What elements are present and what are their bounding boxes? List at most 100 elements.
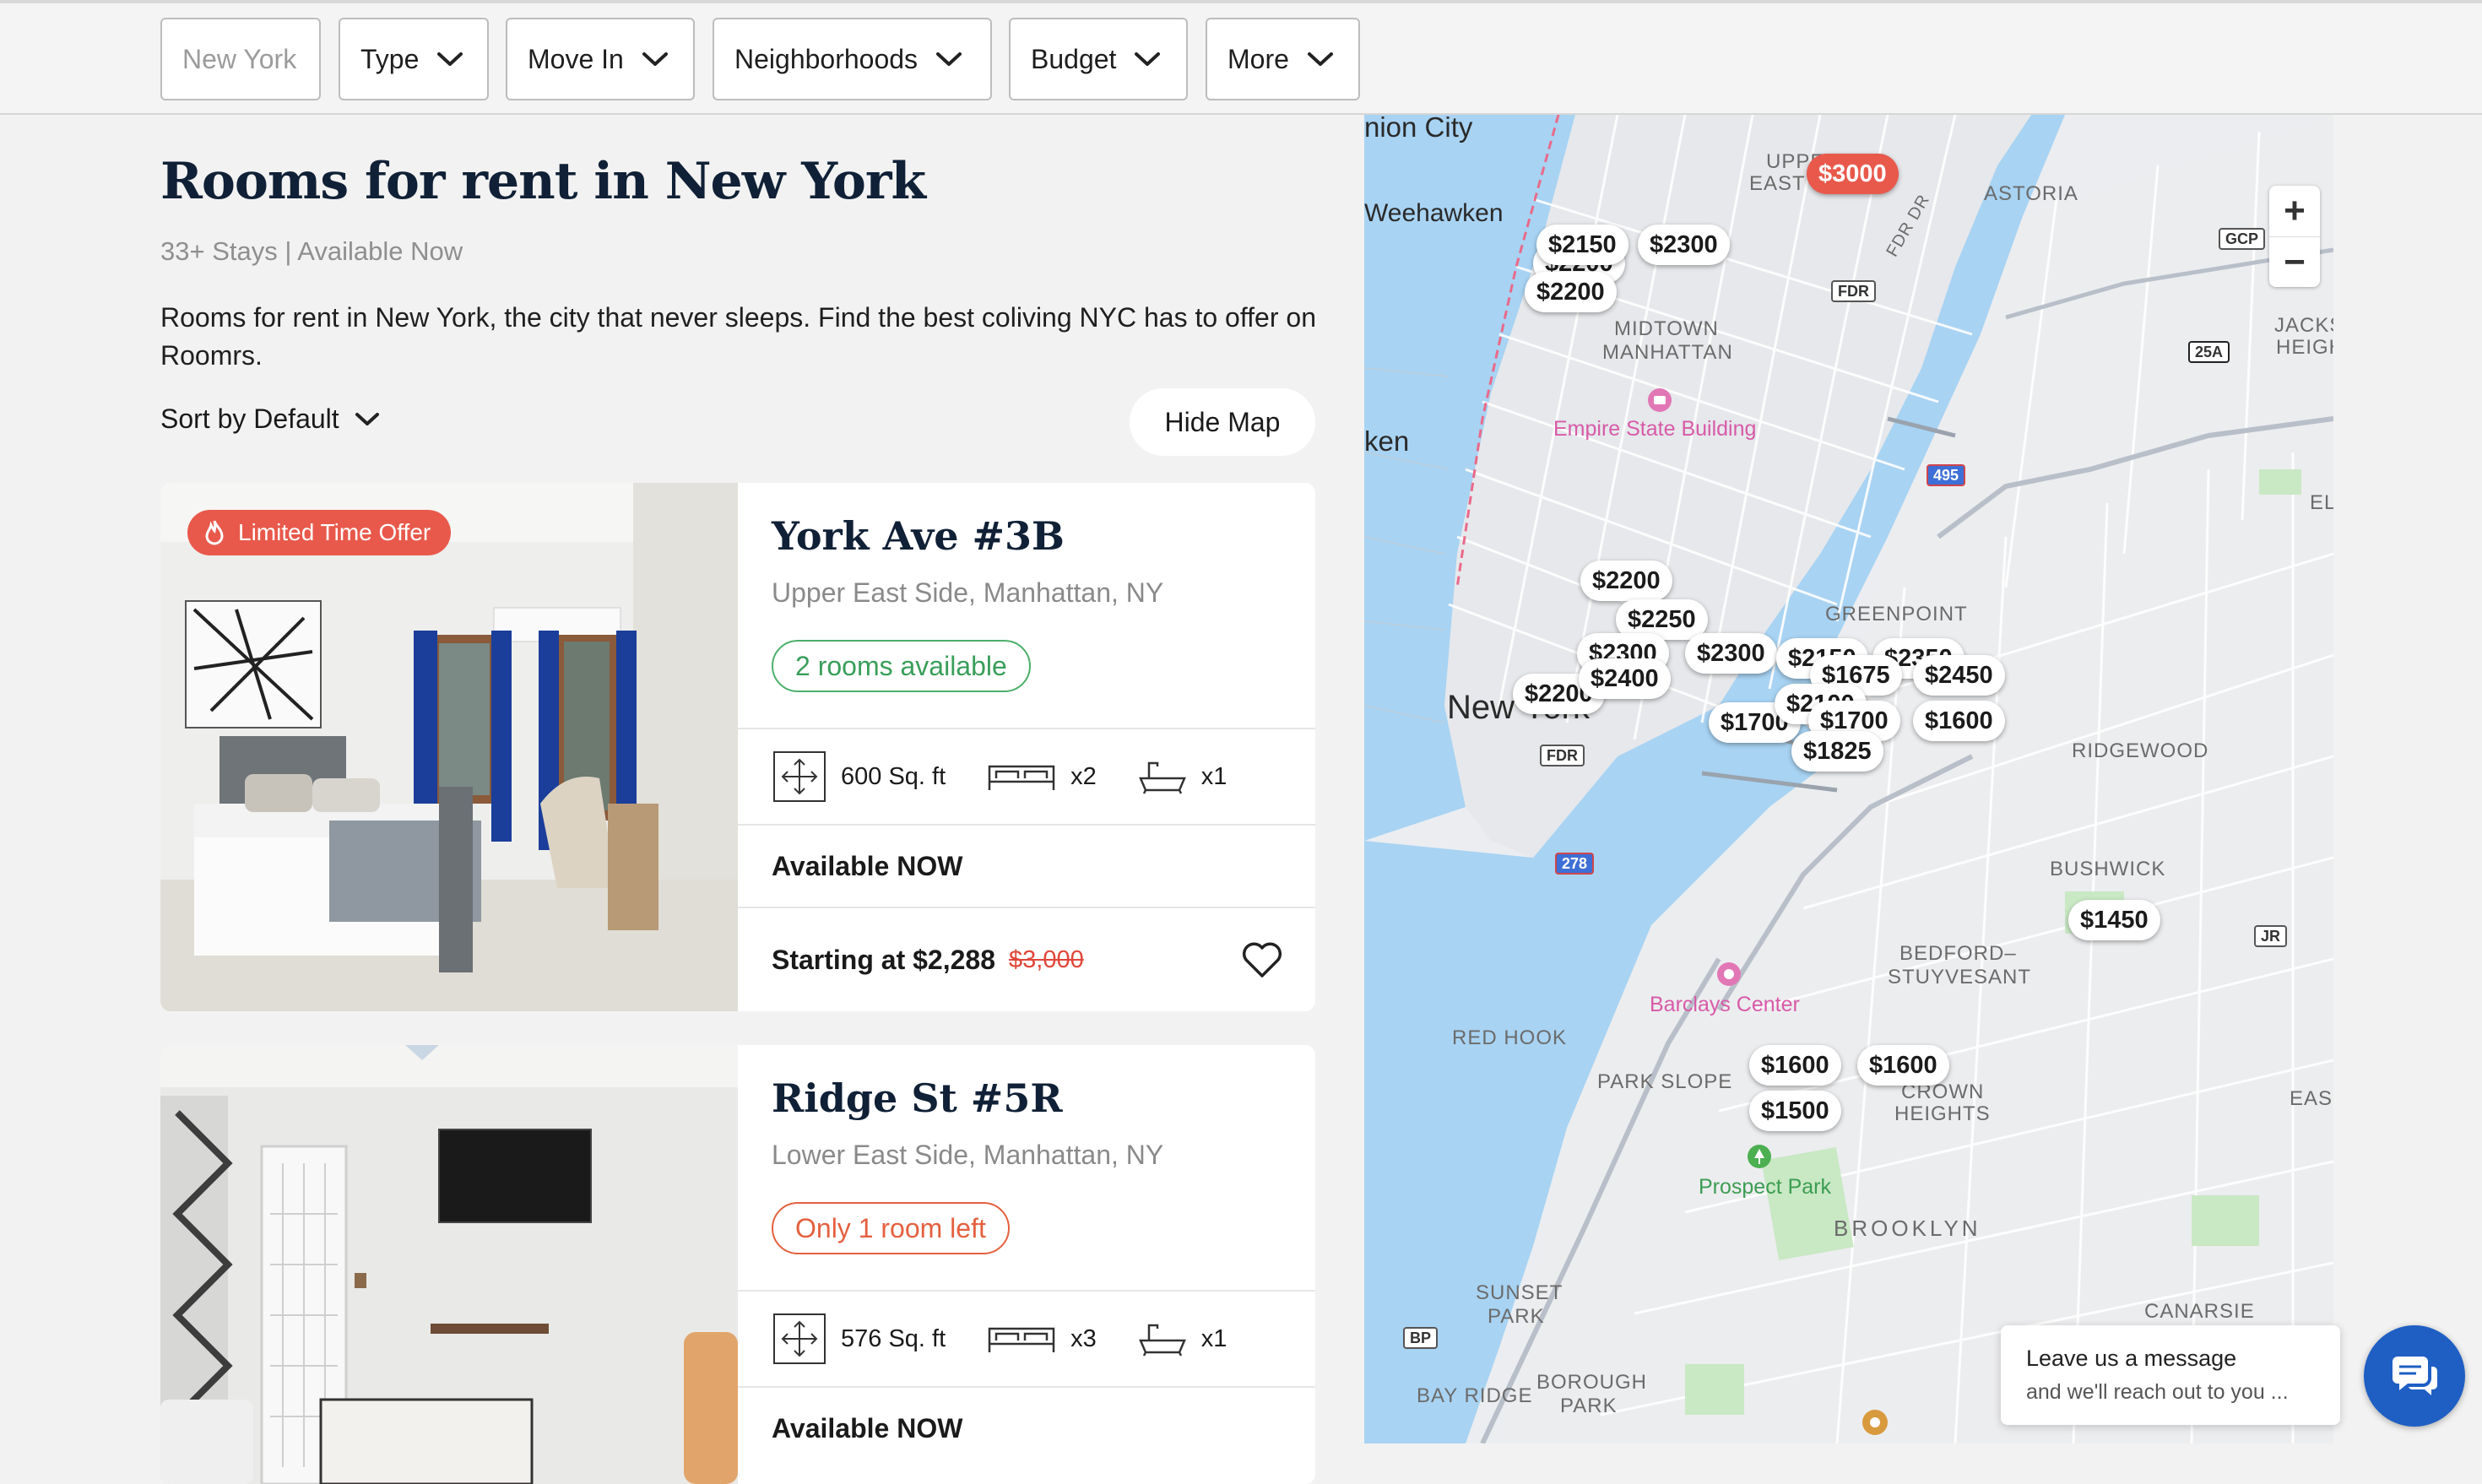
- price-marker[interactable]: $1825: [1791, 731, 1883, 772]
- neighborhoods-filter-label: Neighborhoods: [734, 43, 919, 74]
- listing-location: Lower East Side, Manhattan, NY: [772, 1140, 1164, 1170]
- chat-launcher-button[interactable]: [2364, 1325, 2465, 1427]
- chevron-down-icon: [1135, 52, 1161, 66]
- listing-name[interactable]: York Ave #3B: [772, 513, 1065, 559]
- price-row: Starting at $2,288 $3,000: [738, 907, 1315, 1011]
- arena-poi-icon: [1717, 962, 1741, 986]
- highway-shield: FDR: [1540, 745, 1585, 766]
- availability-text: Available NOW: [772, 1412, 963, 1443]
- baths-value: x1: [1200, 1324, 1227, 1352]
- map-label: MIDTOWN: [1614, 317, 1719, 340]
- bathtub-icon: [1138, 761, 1186, 794]
- price-marker[interactable]: $3000: [1807, 154, 1899, 194]
- hide-map-button[interactable]: Hide Map: [1130, 388, 1315, 456]
- highway-shield: JR: [2254, 925, 2288, 947]
- map-label: BOROUGH: [1536, 1371, 1648, 1394]
- map-label: MANHATTAN: [1602, 341, 1733, 364]
- map-label: STUYVESANT: [1888, 966, 2032, 988]
- sort-dropdown[interactable]: Sort by Default: [160, 403, 380, 435]
- original-price: $3,000: [1009, 945, 1084, 973]
- price-marker[interactable]: $1500: [1749, 1091, 1841, 1131]
- price-marker[interactable]: $2200: [1580, 561, 1672, 601]
- listing-card[interactable]: Limited Time Offer York Ave #3B Upper Ea…: [160, 483, 1315, 1011]
- sqft-value: 576 Sq. ft: [841, 1324, 946, 1352]
- bathtub-icon: [1138, 1324, 1186, 1357]
- price-marker[interactable]: $1600: [1857, 1045, 1949, 1086]
- price-marker[interactable]: $2150: [1536, 225, 1628, 265]
- neighborhoods-filter-button[interactable]: Neighborhoods: [713, 18, 992, 100]
- listing-name[interactable]: Ridge St #5R: [772, 1075, 1063, 1121]
- map-poi-label: Empire State Building: [1553, 417, 1757, 441]
- price-marker[interactable]: $2400: [1579, 658, 1671, 699]
- route-shield: 25A: [2188, 341, 2230, 363]
- map-label: RIDGEWOOD: [2072, 739, 2209, 762]
- map-label: BAY RIDGE: [1417, 1384, 1533, 1407]
- map-view[interactable]: nion City Weehawken UPPER EAST ASTORIA M…: [1364, 115, 2333, 1443]
- price-marker[interactable]: $2450: [1913, 655, 2005, 696]
- chat-prompt-subtitle: and we'll reach out to you ...: [2026, 1380, 2289, 1404]
- highway-shield: GCP: [2219, 228, 2266, 250]
- beds-feature: x3: [986, 1322, 1097, 1356]
- park-poi-icon: [1748, 1145, 1771, 1168]
- starting-price: Starting at $2,288: [772, 944, 995, 975]
- highway-shield: BP: [1403, 1327, 1439, 1349]
- map-label: BUSHWICK: [2050, 858, 2166, 880]
- type-filter-button[interactable]: Type: [339, 18, 489, 100]
- map-label: PARK: [1488, 1305, 1545, 1328]
- availability-row: Available NOW: [738, 824, 1315, 907]
- area-expand-icon: [773, 1313, 826, 1364]
- heart-icon[interactable]: [1241, 940, 1283, 979]
- budget-filter-label: Budget: [1031, 43, 1117, 74]
- map-label: nion City: [1364, 115, 1473, 143]
- budget-filter-button[interactable]: Budget: [1009, 18, 1188, 100]
- sqft-feature: 576 Sq. ft: [772, 1312, 946, 1366]
- availability-row: Available NOW: [738, 1386, 1315, 1469]
- flame-icon: [205, 520, 224, 545]
- stays-count: 33+ Stays | Available Now: [160, 236, 463, 266]
- price-marker[interactable]: $1450: [2068, 900, 2160, 940]
- more-filter-button[interactable]: More: [1206, 18, 1360, 100]
- map-poi-label: Barclays Center: [1650, 993, 1800, 1016]
- location-search-input[interactable]: New York: [160, 18, 321, 100]
- price-marker[interactable]: $2200: [1525, 272, 1617, 312]
- map-label: EL: [2310, 491, 2333, 514]
- bedroom-photo: [160, 483, 738, 1011]
- price-marker[interactable]: $1600: [1749, 1045, 1841, 1086]
- price-marker[interactable]: $1600: [1913, 701, 2005, 741]
- map-label: EAST: [1749, 172, 1806, 195]
- map-label: PARK: [1560, 1395, 1618, 1417]
- chat-prompt[interactable]: Leave us a message and we'll reach out t…: [2001, 1325, 2340, 1425]
- zoom-out-button[interactable]: −: [2269, 236, 2320, 287]
- map-label: JACKS: [2274, 314, 2333, 337]
- price-marker[interactable]: $2300: [1638, 225, 1730, 265]
- map-label: CANARSIE: [2144, 1300, 2255, 1323]
- listing-features: 576 Sq. ft x3 x1: [738, 1290, 1315, 1386]
- chevron-down-icon: [437, 52, 463, 66]
- badge-label: Limited Time Offer: [238, 519, 431, 545]
- chevron-down-icon: [642, 52, 668, 66]
- limited-offer-badge: Limited Time Offer: [187, 510, 452, 555]
- map-label: EAS: [2290, 1087, 2333, 1110]
- camera-poi-icon: [1648, 388, 1672, 412]
- price-marker[interactable]: $2300: [1685, 633, 1777, 674]
- listing-photo[interactable]: [160, 1045, 738, 1484]
- chat-prompt-title: Leave us a message: [2026, 1346, 2237, 1371]
- sqft-feature: 600 Sq. ft: [772, 750, 946, 804]
- listing-location: Upper East Side, Manhattan, NY: [772, 577, 1164, 608]
- rooms-left-pill: Only 1 room left: [772, 1202, 1010, 1254]
- poi-icon: [1862, 1410, 1888, 1435]
- listing-card[interactable]: Ridge St #5R Lower East Side, Manhattan,…: [160, 1045, 1315, 1484]
- map-label: Weehawken: [1364, 199, 1504, 227]
- interstate-shield: 278: [1555, 853, 1595, 875]
- map-label: ken: [1364, 425, 1410, 457]
- listing-photo[interactable]: Limited Time Offer: [160, 483, 738, 1011]
- filter-bar: New York Type Move In Neighborhoods Budg…: [0, 3, 2482, 115]
- beds-value: x2: [1070, 762, 1097, 790]
- beds-value: x3: [1070, 1324, 1097, 1352]
- zoom-in-button[interactable]: +: [2269, 186, 2320, 236]
- beds-feature: x2: [986, 760, 1097, 793]
- zoom-control: + −: [2269, 186, 2320, 287]
- map-label: ASTORIA: [1984, 182, 2078, 205]
- move-in-filter-button[interactable]: Move In: [506, 18, 695, 100]
- availability-text: Available NOW: [772, 850, 963, 881]
